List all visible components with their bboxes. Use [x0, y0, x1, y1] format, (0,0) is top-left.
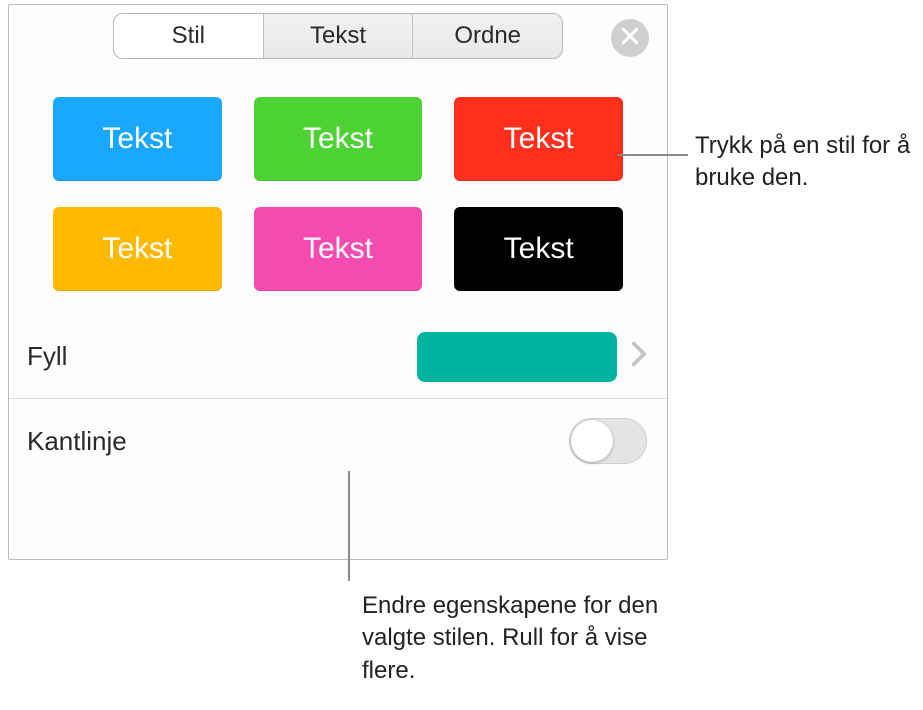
callout-connector	[348, 471, 350, 581]
style-swatch-red[interactable]: Tekst	[454, 97, 623, 181]
swatch-label: Tekst	[102, 232, 172, 266]
style-swatch-grid: Tekst Tekst Tekst Tekst Tekst Tekst	[9, 59, 667, 315]
swatch-label: Tekst	[303, 122, 373, 156]
swatch-label: Tekst	[504, 122, 574, 156]
border-row: Kantlinje	[9, 399, 667, 483]
fill-row[interactable]: Fyll	[9, 315, 667, 399]
callout-connector	[618, 154, 688, 156]
tab-style[interactable]: Stil	[114, 14, 264, 58]
format-panel: Stil Tekst Ordne Tekst Tekst Tekst Tekst…	[8, 4, 668, 560]
tab-arrange-label: Ordne	[454, 22, 521, 50]
swatch-label: Tekst	[504, 232, 574, 266]
border-toggle[interactable]	[569, 418, 647, 464]
tab-style-label: Stil	[172, 22, 205, 50]
close-button[interactable]	[611, 19, 649, 57]
fill-color-swatch[interactable]	[417, 332, 617, 382]
style-swatch-pink[interactable]: Tekst	[254, 207, 423, 291]
style-swatch-green[interactable]: Tekst	[254, 97, 423, 181]
chevron-right-icon	[631, 341, 647, 372]
swatch-label: Tekst	[303, 232, 373, 266]
toggle-knob	[571, 420, 613, 462]
style-swatch-yellow[interactable]: Tekst	[53, 207, 222, 291]
fill-row-right	[417, 332, 647, 382]
style-swatch-black[interactable]: Tekst	[454, 207, 623, 291]
tab-arrange[interactable]: Ordne	[413, 14, 562, 58]
tab-text[interactable]: Tekst	[264, 14, 414, 58]
tab-text-label: Tekst	[310, 22, 366, 50]
swatch-label: Tekst	[102, 122, 172, 156]
close-icon	[621, 27, 639, 50]
callout-tap-style: Trykk på en stil for å bruke den.	[695, 130, 915, 195]
fill-label: Fyll	[27, 341, 67, 372]
style-swatch-blue[interactable]: Tekst	[53, 97, 222, 181]
callout-change-props: Endre egenskapene for den valgte stilen.…	[362, 590, 672, 687]
format-tabs: Stil Tekst Ordne	[113, 13, 563, 59]
border-label: Kantlinje	[27, 426, 127, 457]
